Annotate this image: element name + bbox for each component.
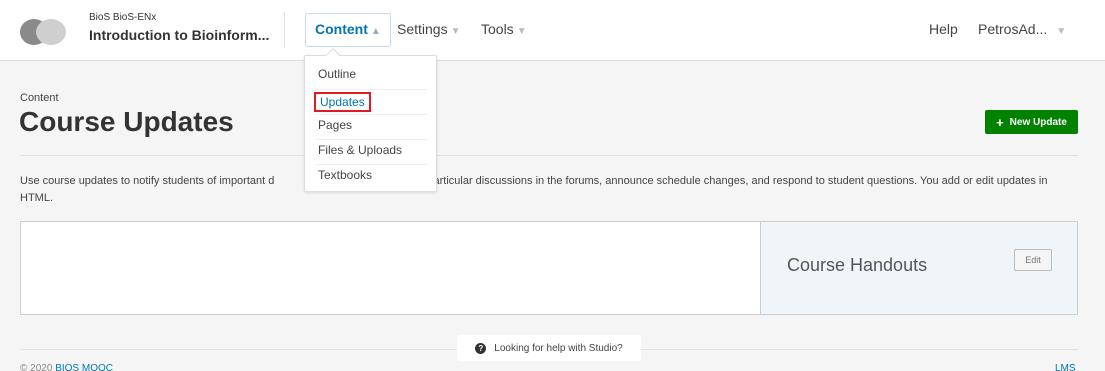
- menu-item-outline[interactable]: Outline: [318, 67, 356, 81]
- menu-item-textbooks[interactable]: Textbooks: [318, 168, 372, 182]
- section-label: Content: [20, 92, 59, 104]
- menu-item-updates[interactable]: Updates: [314, 92, 371, 112]
- top-header: BioS BioS-ENx Introduction to Bioinform.…: [0, 0, 1105, 61]
- intro-text: Use course updates to notify students of…: [20, 173, 1082, 207]
- help-text: Looking for help with Studio?: [494, 342, 623, 354]
- handouts-title: Course Handouts: [787, 255, 928, 275]
- menu-divider: [315, 89, 427, 90]
- intro-text-start: Use course updates to notify students of…: [20, 175, 275, 187]
- nav-settings-menu[interactable]: Settings ▼: [397, 21, 461, 37]
- menu-divider: [315, 139, 427, 140]
- user-name: PetrosAd...: [978, 21, 1048, 37]
- new-update-button[interactable]: + New Update: [985, 110, 1078, 134]
- copyright-text: © 2020: [20, 363, 53, 371]
- logo-circle-light: [36, 19, 66, 45]
- caret-up-icon: ▲: [370, 26, 381, 37]
- footer-copyright: © 2020 BIOS MOOC: [20, 363, 113, 371]
- nav-tools-menu[interactable]: Tools ▼: [481, 21, 527, 37]
- plus-icon: +: [996, 114, 1004, 130]
- title-divider: [20, 155, 1078, 156]
- menu-item-files-uploads[interactable]: Files & Uploads: [318, 143, 402, 157]
- course-handouts-panel: Course Handouts Edit: [760, 221, 1078, 315]
- nav-content-label: Content: [315, 21, 368, 37]
- studio-help-link[interactable]: ? Looking for help with Studio?: [457, 335, 641, 361]
- question-circle-icon: ?: [475, 342, 487, 354]
- nav-settings-label: Settings: [397, 21, 448, 37]
- new-update-label: New Update: [1009, 116, 1067, 128]
- content-dropdown-menu: Outline Updates Pages Files & Uploads Te…: [304, 47, 437, 192]
- caret-down-icon: ▼: [516, 26, 527, 37]
- nav-help-link[interactable]: Help: [929, 21, 958, 37]
- header-divider: [284, 12, 285, 48]
- page-title: Course Updates: [19, 106, 234, 137]
- lms-link[interactable]: LMS: [1055, 363, 1076, 371]
- nav-tools-label: Tools: [481, 21, 514, 37]
- edit-handouts-button[interactable]: Edit: [1014, 249, 1052, 271]
- caret-down-icon: ▼: [450, 26, 461, 37]
- menu-divider: [315, 164, 427, 165]
- course-title[interactable]: Introduction to Bioinform...: [89, 27, 269, 43]
- course-org: BioS BioS-ENx: [89, 12, 157, 23]
- nav-user-menu[interactable]: PetrosAd... ▼: [978, 21, 1066, 37]
- caret-down-icon: ▼: [1056, 26, 1067, 37]
- nav-content-menu[interactable]: Content ▲: [305, 13, 391, 47]
- menu-divider: [315, 114, 427, 115]
- studio-logo[interactable]: [20, 19, 66, 45]
- menu-item-pages[interactable]: Pages: [318, 118, 352, 132]
- org-link[interactable]: BIOS MOOC: [55, 363, 113, 371]
